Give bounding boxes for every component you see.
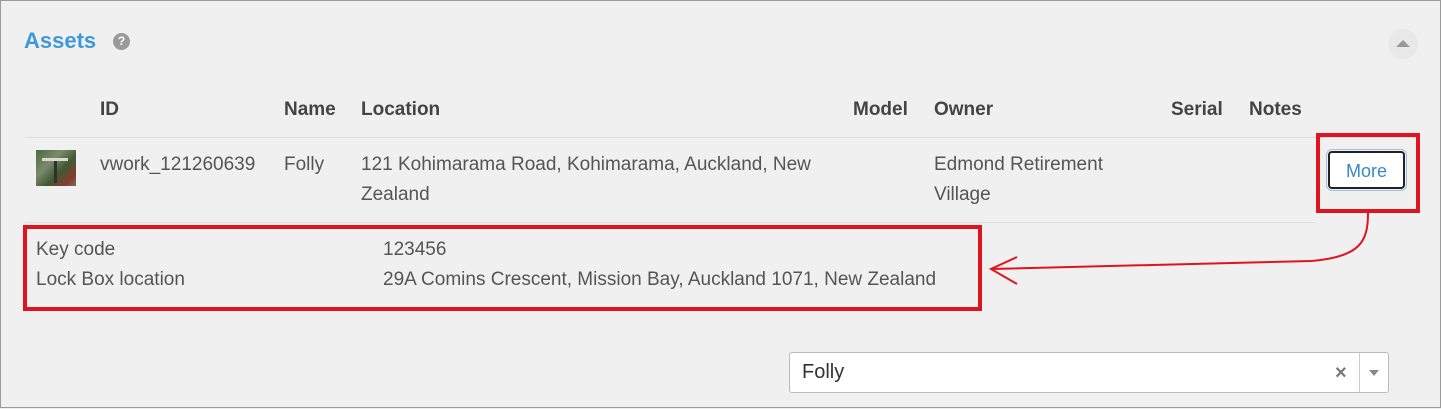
cell-owner-line1: Edmond Retirement: [934, 154, 1103, 175]
cell-location-line1: 121 Kohimarama Road, Kohimarama, Aucklan…: [361, 154, 811, 175]
header-divider: [25, 137, 1415, 138]
cell-location-line2: Zealand: [361, 184, 430, 205]
header-id: ID: [100, 99, 119, 120]
chevron-down-icon[interactable]: [1369, 370, 1379, 376]
panel-title: Assets: [24, 28, 97, 53]
asset-thumbnail[interactable]: [36, 150, 76, 186]
help-icon[interactable]: ?: [113, 33, 130, 50]
select-value: Folly: [802, 361, 845, 383]
cell-name: Folly: [284, 154, 325, 175]
clear-icon[interactable]: ×: [1335, 362, 1347, 385]
cell-id: vwork_121260639: [100, 154, 256, 175]
header-name: Name: [284, 99, 336, 120]
header-serial: Serial: [1171, 99, 1223, 120]
annotation-box-details: [23, 225, 982, 311]
row-divider: [25, 222, 1315, 223]
header-notes: Notes: [1249, 99, 1302, 120]
header-model: Model: [853, 99, 908, 120]
annotation-box-more: [1316, 133, 1420, 213]
header-owner: Owner: [934, 99, 994, 120]
select-divider: [1359, 353, 1360, 392]
asset-select[interactable]: Folly ×: [789, 352, 1389, 393]
annotation-arrow: [988, 212, 1369, 285]
assets-panel: Assets ? ID Name Location Model Owner Se…: [0, 0, 1441, 408]
header-location: Location: [361, 99, 441, 120]
cell-owner-line2: Village: [934, 184, 991, 205]
collapse-button[interactable]: [1388, 29, 1418, 59]
